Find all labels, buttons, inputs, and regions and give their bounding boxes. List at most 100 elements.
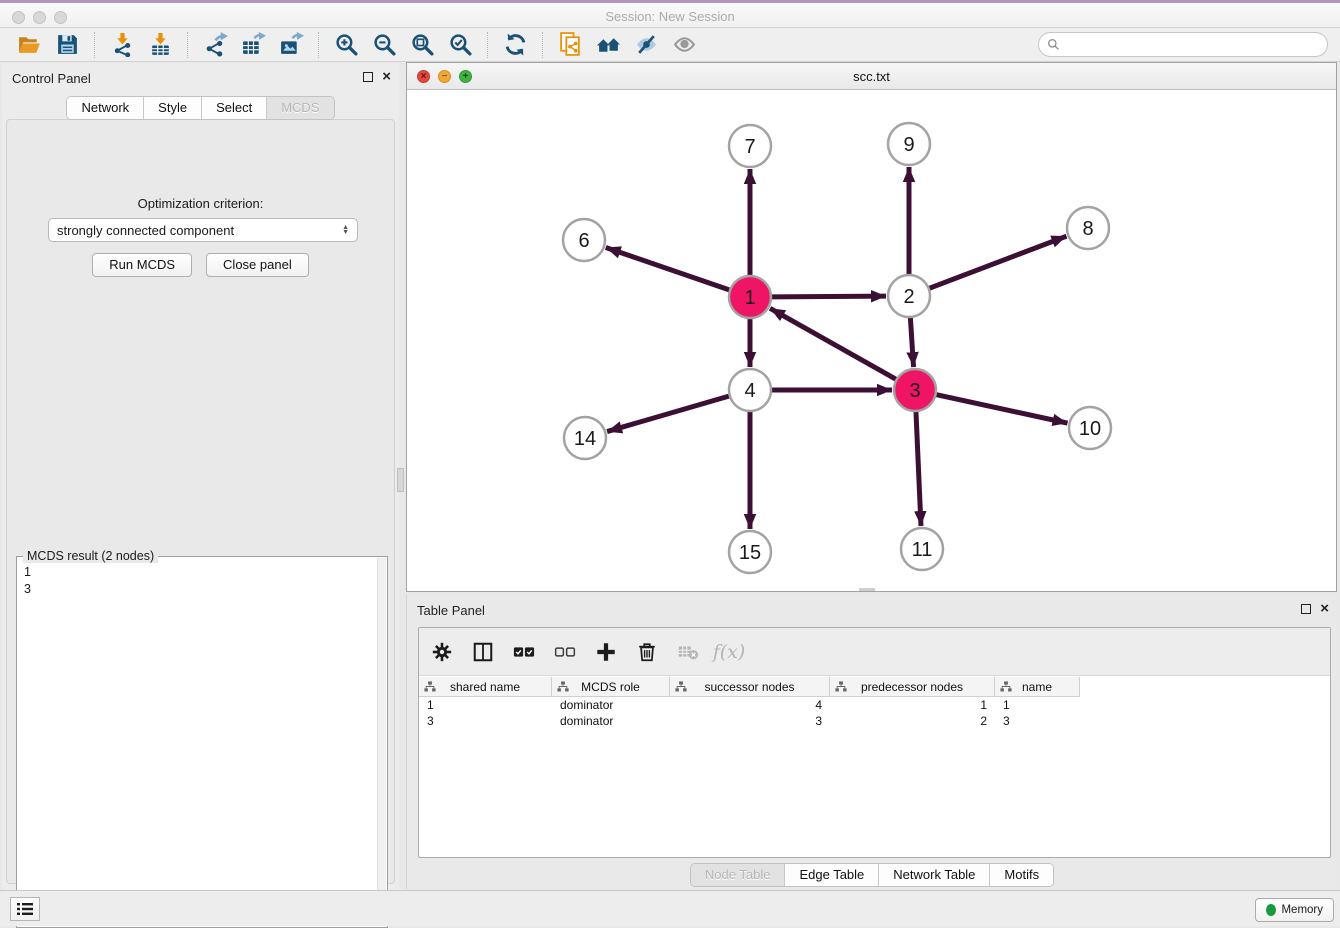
- search-input[interactable]: [1065, 38, 1327, 52]
- tab-motifs[interactable]: Motifs: [990, 864, 1053, 886]
- table-cell[interactable]: 3: [419, 713, 552, 729]
- select-all-icon[interactable]: [511, 639, 537, 665]
- column-header-label: successor nodes: [704, 680, 794, 694]
- create-column-plus-icon[interactable]: [593, 639, 619, 665]
- table-row[interactable]: 1dominator411: [419, 697, 1080, 713]
- criterion-select[interactable]: strongly connected component ▲▼: [48, 218, 358, 242]
- import-network-icon[interactable]: [108, 31, 136, 59]
- graph-edge-4-14[interactable]: [607, 396, 729, 431]
- table-cell[interactable]: 4: [670, 697, 830, 713]
- close-panel-button[interactable]: Close panel: [206, 253, 309, 277]
- column-type-icon: [1000, 681, 1012, 692]
- table-body: 1dominator4113dominator323: [419, 697, 1080, 729]
- graph-node-label-2: 2: [903, 286, 914, 308]
- table-cell[interactable]: 1: [830, 697, 995, 713]
- delete-column-trash-icon[interactable]: [634, 639, 660, 665]
- graph-node-label-3: 3: [909, 380, 920, 402]
- memory-status-icon: [1266, 904, 1276, 916]
- window-title: Session: New Session: [0, 9, 1340, 24]
- search-icon: [1047, 38, 1060, 51]
- column-type-icon: [424, 681, 436, 692]
- tab-select[interactable]: Select: [202, 97, 267, 119]
- task-history-button[interactable]: [10, 897, 40, 921]
- search-box[interactable]: [1038, 32, 1328, 57]
- show-column-panel-icon[interactable]: [470, 639, 496, 665]
- column-type-icon: [675, 681, 687, 692]
- app-titlebar: Session: New Session: [0, 0, 1340, 28]
- column-header-successor-nodes[interactable]: successor nodes: [670, 677, 830, 697]
- graph-edge-1-6[interactable]: [606, 247, 729, 289]
- table-cell[interactable]: 2: [830, 713, 995, 729]
- node-table-container: f(x) shared nameMCDS rolesuccessor nodes…: [418, 627, 1331, 858]
- network-graph: 7968124314101511: [407, 90, 1336, 591]
- network-window-titlebar[interactable]: × − + scc.txt: [407, 63, 1336, 90]
- column-header-shared-name[interactable]: shared name: [419, 677, 552, 697]
- column-header-label: MCDS role: [581, 680, 640, 694]
- toolbar-separator: [187, 32, 188, 58]
- nested-network-icon[interactable]: [594, 31, 622, 59]
- export-table-icon[interactable]: [239, 31, 267, 59]
- graph-node-label-4: 4: [744, 380, 755, 402]
- graph-edge-3-10[interactable]: [936, 395, 1067, 423]
- apply-layout-icon[interactable]: [501, 31, 529, 59]
- zoom-out-icon[interactable]: [370, 31, 398, 59]
- table-cell[interactable]: dominator: [552, 697, 670, 713]
- close-panel-icon[interactable]: ×: [382, 71, 391, 82]
- table-cell[interactable]: 1: [419, 697, 552, 713]
- tab-node-table[interactable]: Node Table: [691, 864, 786, 886]
- import-table-icon[interactable]: [146, 31, 174, 59]
- splitter-handle[interactable]: [397, 468, 404, 492]
- mcds-tab-content: Optimization criterion: strongly connect…: [6, 119, 395, 884]
- zoom-fit-icon[interactable]: [408, 31, 436, 59]
- tab-style[interactable]: Style: [144, 97, 202, 119]
- tab-network[interactable]: Network: [67, 97, 144, 119]
- run-mcds-button[interactable]: Run MCDS: [92, 253, 192, 277]
- memory-button[interactable]: Memory: [1255, 898, 1334, 922]
- close-table-panel-icon[interactable]: ×: [1320, 603, 1329, 614]
- zoom-in-icon[interactable]: [332, 31, 360, 59]
- graph-edge-2-8[interactable]: [930, 236, 1067, 288]
- column-header-label: shared name: [450, 680, 520, 694]
- select-stepper-icon: ▲▼: [342, 225, 349, 235]
- result-scrollbar[interactable]: [377, 558, 386, 926]
- network-window-title: scc.txt: [407, 69, 1336, 84]
- graph-edge-3-1[interactable]: [770, 308, 896, 379]
- tab-edge-table[interactable]: Edge Table: [785, 864, 879, 886]
- table-settings-gear-icon[interactable]: [429, 639, 455, 665]
- graph-node-label-15: 15: [739, 542, 761, 564]
- table-cell[interactable]: 3: [670, 713, 830, 729]
- table-row[interactable]: 3dominator323: [419, 713, 1080, 729]
- graph-node-label-14: 14: [574, 428, 596, 450]
- column-header-name[interactable]: name: [995, 677, 1080, 697]
- tab-mcds[interactable]: MCDS: [267, 97, 333, 119]
- zoom-selected-icon[interactable]: [446, 31, 474, 59]
- tab-network-table[interactable]: Network Table: [879, 864, 990, 886]
- column-header-label: name: [1022, 680, 1052, 694]
- open-session-icon[interactable]: [15, 31, 43, 59]
- graph-node-label-1: 1: [744, 287, 755, 309]
- export-network-icon[interactable]: [201, 31, 229, 59]
- save-session-icon[interactable]: [53, 31, 81, 59]
- column-header-MCDS-role[interactable]: MCDS role: [552, 677, 670, 697]
- graph-edge-1-2[interactable]: [772, 296, 886, 297]
- float-table-panel-icon[interactable]: [1301, 604, 1311, 614]
- table-cell[interactable]: 3: [995, 713, 1080, 729]
- export-image-icon[interactable]: [277, 31, 305, 59]
- column-header-predecessor-nodes[interactable]: predecessor nodes: [830, 677, 995, 697]
- network-canvas[interactable]: 7968124314101511: [407, 90, 1336, 591]
- status-bar: Memory: [0, 890, 1340, 926]
- control-panel: Control Panel × Network Style Select MCD…: [2, 63, 399, 890]
- table-cell[interactable]: 1: [995, 697, 1080, 713]
- toolbar-separator: [542, 32, 543, 58]
- graph-edge-3-11[interactable]: [916, 412, 921, 526]
- table-panel: Table Panel ×: [406, 595, 1337, 889]
- clone-network-icon[interactable]: [556, 31, 584, 59]
- table-cell[interactable]: dominator: [552, 713, 670, 729]
- float-panel-icon[interactable]: [363, 72, 373, 82]
- graph-edge-2-3[interactable]: [910, 318, 913, 367]
- graph-node-label-7: 7: [744, 136, 755, 158]
- deselect-all-icon[interactable]: [552, 639, 578, 665]
- canvas-resize-grip[interactable]: [859, 588, 875, 591]
- main-toolbar: [0, 28, 1340, 62]
- hide-details-icon[interactable]: [632, 31, 660, 59]
